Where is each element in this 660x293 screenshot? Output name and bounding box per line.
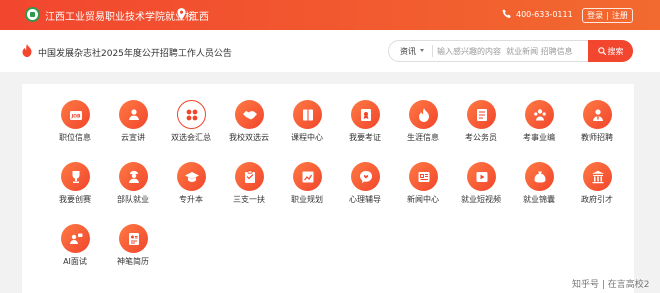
menu-item-resume-builder[interactable]: 神笔简历	[103, 224, 163, 286]
ai-interview-icon	[61, 224, 90, 253]
menu-item-job-fair-summary[interactable]: 双选会汇总	[161, 100, 221, 162]
menu-item-certificate[interactable]: 我要考证	[335, 100, 395, 162]
trophy-icon	[61, 162, 90, 191]
menu-label: 政府引才	[581, 195, 613, 204]
search-button-label: 搜索	[607, 46, 624, 56]
flame-icon	[22, 44, 32, 57]
presenter-icon	[119, 100, 148, 129]
menu-item-career-info[interactable]: 生涯信息	[393, 100, 453, 162]
site-title[interactable]: 江西工业贸易职业技术学院就业桥	[45, 8, 195, 23]
video-icon	[467, 162, 496, 191]
top-header-bar: 江西工业贸易职业技术学院就业桥 江西 400-633-0111 登录 | 注册	[0, 0, 660, 30]
announcement-search-bar: 中国发展杂志社2025年度公开招聘工作人员公告 资讯 搜索	[0, 30, 660, 72]
document-icon	[467, 100, 496, 129]
book-icon	[293, 100, 322, 129]
search-icon	[597, 47, 606, 55]
menu-label: 神笔简历	[117, 257, 149, 266]
newspaper-icon	[409, 162, 438, 191]
menu-label: 教师招聘	[581, 133, 613, 142]
building-icon	[583, 162, 612, 191]
menu-item-entrepreneurship-contest[interactable]: 我要创赛	[45, 162, 105, 224]
menu-item-campus-fair-cloud[interactable]: 我校双选云	[219, 100, 279, 162]
menu-item-military-employment[interactable]: 部队就业	[103, 162, 163, 224]
register-button[interactable]: 注册	[612, 10, 628, 21]
phone-icon	[502, 9, 511, 18]
team-icon	[525, 100, 554, 129]
job-icon: JOB	[61, 100, 90, 129]
grid-icon	[177, 100, 206, 129]
menu-item-cloud-talk[interactable]: 云宣讲	[103, 100, 163, 162]
service-menu-panel: JOB 职位信息 云宣讲 双选会汇总 我校双选云 课程中心 我要考证 生涯信息 …	[22, 84, 634, 293]
college-logo-icon[interactable]	[25, 7, 40, 22]
heart-chat-icon	[351, 162, 380, 191]
menu-item-ai-interview[interactable]: AI面试	[45, 224, 105, 286]
login-button[interactable]: 登录	[587, 10, 603, 21]
handshake-icon	[235, 100, 264, 129]
graduation-cap-icon	[177, 162, 206, 191]
money-bag-icon	[525, 162, 554, 191]
menu-item-course-center[interactable]: 课程中心	[277, 100, 337, 162]
phone-number: 400-633-0111	[516, 10, 573, 19]
city-selector[interactable]: 江西	[189, 8, 209, 23]
menu-item-government-talent[interactable]: 政府引才	[567, 162, 627, 224]
menu-item-civil-service[interactable]: 考公务员	[451, 100, 511, 162]
teacher-icon	[583, 100, 612, 129]
menu-item-teacher-recruitment[interactable]: 教师招聘	[567, 100, 627, 162]
search-divider	[432, 45, 433, 57]
map-pin-icon	[177, 8, 186, 20]
watermark: 知乎号 | 在言高校2	[572, 280, 650, 290]
menu-item-career-planning[interactable]: 职业规划	[277, 162, 337, 224]
flame-icon	[409, 100, 438, 129]
chart-icon	[293, 162, 322, 191]
announcement-link[interactable]: 中国发展杂志社2025年度公开招聘工作人员公告	[38, 46, 232, 59]
svg-text:JOB: JOB	[70, 113, 81, 119]
auth-divider: |	[606, 11, 609, 20]
menu-item-job-info[interactable]: JOB 职位信息	[45, 100, 105, 162]
menu-item-short-video[interactable]: 就业短视频	[451, 162, 511, 224]
menu-item-three-supports[interactable]: 三支一扶	[219, 162, 279, 224]
auth-buttons: 登录 | 注册	[582, 8, 633, 23]
menu-item-tips-kit[interactable]: 就业锦囊	[509, 162, 569, 224]
menu-item-public-institution[interactable]: 考事业编	[509, 100, 569, 162]
menu-item-news-center[interactable]: 新闻中心	[393, 162, 453, 224]
certificate-icon	[351, 100, 380, 129]
soldier-icon	[119, 162, 148, 191]
resume-icon	[119, 224, 148, 253]
search-input[interactable]	[437, 42, 587, 60]
search-category-select[interactable]: 资讯	[400, 46, 416, 57]
chevron-down-icon[interactable]	[420, 49, 424, 52]
menu-item-upgrade-degree[interactable]: 专升本	[161, 162, 221, 224]
menu-item-counseling[interactable]: 心理辅导	[335, 162, 395, 224]
clipboard-icon	[235, 162, 264, 191]
search-button[interactable]: 搜索	[588, 40, 633, 62]
